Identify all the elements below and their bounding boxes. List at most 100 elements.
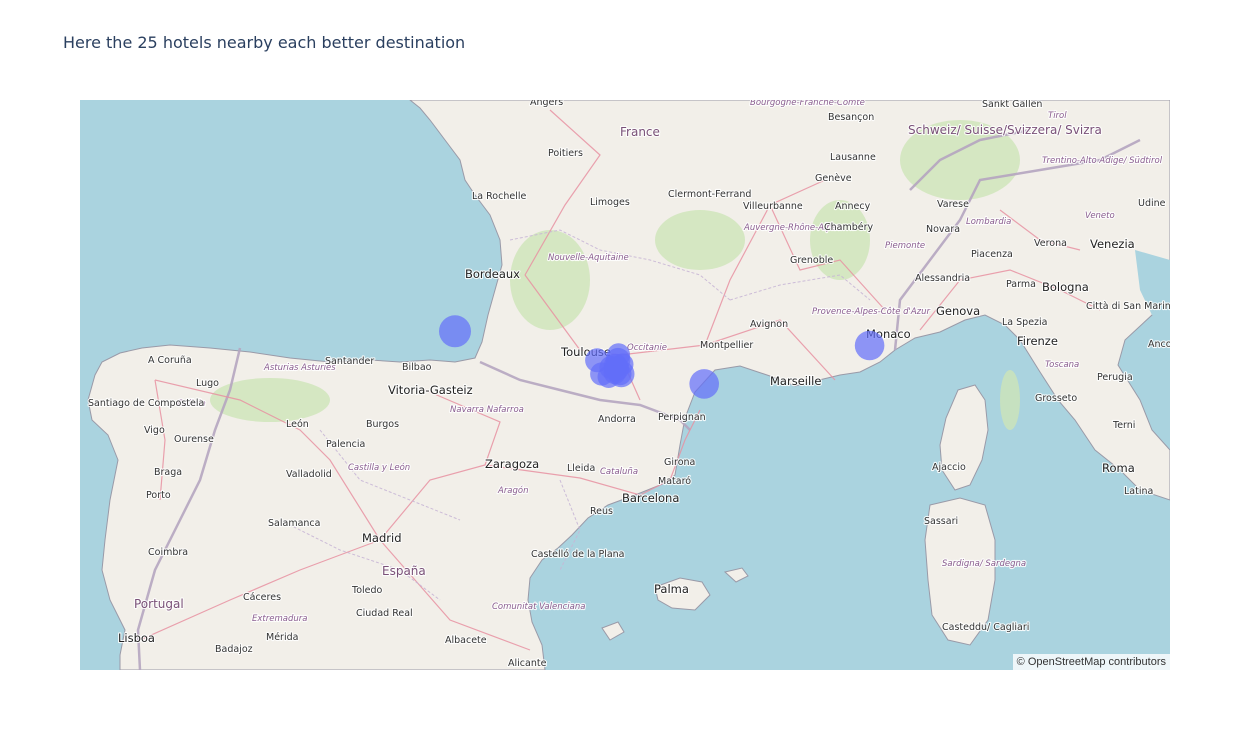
label-trentino: Trentino-Alto Adige/ Südtirol (1042, 156, 1163, 166)
label-bologna: Bologna (1042, 280, 1089, 294)
label-extremadura: Extremadura (252, 614, 307, 624)
figure-title: Here the 25 hotels nearby each better de… (63, 33, 466, 52)
label-navarra: Navarra Nafarroa (450, 405, 524, 415)
label-badajoz: Badajoz (215, 644, 253, 655)
label-lausanne: Lausanne (830, 152, 876, 163)
label-zaragoza: Zaragoza (485, 457, 539, 471)
label-firenze: Firenze (1017, 334, 1058, 348)
label-novara: Novara (926, 224, 960, 235)
label-roma: Roma (1102, 461, 1135, 475)
label-terni: Terni (1112, 420, 1135, 431)
label-france: France (620, 125, 660, 139)
label-sankt-gallen: Sankt Gallen (982, 100, 1042, 110)
label-portugal: Portugal (134, 597, 184, 611)
label-salamanca: Salamanca (268, 518, 320, 529)
label-ourense: Ourense (174, 434, 214, 445)
label-andorra: Andorra (598, 414, 636, 425)
label-lleida: Lleida (567, 463, 595, 474)
label-clermont: Clermont-Ferrand (668, 189, 751, 200)
label-palencia: Palencia (326, 439, 365, 450)
label-valenciana: Comunitat Valenciana (492, 602, 585, 612)
label-caceres: Cáceres (243, 592, 281, 603)
label-limoges: Limoges (590, 197, 630, 208)
label-veneto: Veneto (1085, 211, 1115, 221)
label-occitanie: Occitanie (627, 343, 667, 353)
label-alicante: Alicante (508, 658, 547, 669)
label-leon: León (286, 419, 309, 430)
label-toledo: Toledo (351, 585, 383, 596)
hotel-marker[interactable] (689, 369, 719, 399)
label-burgos: Burgos (366, 419, 399, 430)
label-santander: Santander (325, 356, 374, 367)
hotel-marker[interactable] (854, 330, 885, 361)
label-besancon: Besançon (828, 112, 874, 123)
label-cagliari: Casteddu/ Cagliari (942, 622, 1029, 633)
label-switzerland: Schweiz/ Suisse/Svizzera/ Svizra (908, 123, 1102, 137)
hotel-marker[interactable] (439, 315, 471, 348)
hotel-marker[interactable] (606, 343, 631, 367)
label-piacenza: Piacenza (971, 249, 1013, 260)
label-udine: Udine (1138, 198, 1166, 209)
label-vigo: Vigo (144, 425, 165, 436)
label-parma: Parma (1006, 279, 1036, 290)
label-la-rochelle: La Rochelle (472, 191, 526, 202)
label-genova: Genova (936, 304, 980, 318)
label-angers: Angers (530, 100, 563, 108)
label-albacete: Albacete (445, 635, 487, 646)
label-toscana: Toscana (1045, 360, 1079, 370)
label-girona: Girona (664, 457, 695, 468)
label-aragon: Aragón (497, 485, 529, 496)
label-piemonte: Piemonte (885, 241, 925, 251)
label-grenoble: Grenoble (790, 255, 833, 266)
label-annecy: Annecy (835, 201, 871, 212)
label-poitiers: Poitiers (548, 148, 583, 159)
label-verona: Verona (1034, 238, 1067, 249)
label-cataluna: Cataluña (600, 467, 638, 477)
label-latina: Latina (1124, 486, 1153, 497)
label-sassari: Sassari (924, 516, 958, 527)
label-bilbao: Bilbao (402, 362, 432, 373)
label-lisboa: Lisboa (118, 631, 155, 645)
label-ajaccio: Ajaccio (932, 462, 966, 473)
label-ciudad-real: Ciudad Real (356, 608, 413, 619)
label-reus: Reus (590, 506, 613, 517)
label-merida: Mérida (266, 632, 298, 643)
label-castello: Castelló de la Plana (531, 549, 625, 560)
label-geneve: Genève (815, 173, 852, 184)
map-attribution[interactable]: © OpenStreetMap contributors (1012, 654, 1170, 670)
label-bordeaux: Bordeaux (465, 267, 520, 281)
label-santiago: Santiago de Compostela (88, 398, 204, 409)
label-palma: Palma (654, 582, 689, 596)
label-grosseto: Grosseto (1035, 393, 1077, 404)
label-castilla: Castilla y León (348, 462, 410, 473)
page: Here the 25 hotels nearby each better de… (0, 0, 1250, 750)
label-perugia: Perugia (1097, 372, 1133, 383)
label-paca: Provence-Alpes-Côte d'Azur (812, 306, 931, 317)
label-avignon: Avignon (750, 319, 788, 330)
label-lombardia: Lombardia (966, 217, 1011, 227)
label-marseille: Marseille (770, 374, 821, 388)
label-mataro: Mataró (658, 476, 691, 487)
label-perpignan: Perpignan (658, 412, 706, 423)
label-san-marino: Città di San Marino (1086, 301, 1170, 312)
label-porto: Porto (146, 490, 171, 501)
label-ancona: Ancona (1148, 339, 1170, 350)
label-villeurbanne: Villeurbanne (743, 201, 803, 212)
label-venezia: Venezia (1090, 237, 1135, 251)
label-espana: España (382, 564, 426, 578)
label-nouvelle-aquitaine: Nouvelle-Aquitaine (548, 253, 629, 263)
map-view[interactable]: France España Portugal Schweiz/ Suisse/S… (80, 100, 1170, 670)
label-sardegna: Sardigna/ Sardegna (942, 559, 1026, 569)
label-la-spezia: La Spezia (1002, 317, 1048, 328)
label-bourgogne: Bourgogne-Franche-Comté (750, 100, 865, 108)
label-vitoria: Vitoria-Gasteiz (388, 383, 473, 397)
label-valladolid: Valladolid (286, 469, 332, 480)
label-alessandria: Alessandria (915, 273, 970, 284)
label-chambery: Chambéry (824, 222, 874, 233)
label-braga: Braga (154, 467, 182, 478)
label-coimbra: Coimbra (148, 547, 188, 558)
map-svg[interactable]: France España Portugal Schweiz/ Suisse/S… (80, 100, 1170, 670)
label-barcelona: Barcelona (622, 491, 679, 505)
label-montpellier: Montpellier (700, 340, 753, 351)
label-a-coruna: A Coruña (148, 355, 192, 366)
